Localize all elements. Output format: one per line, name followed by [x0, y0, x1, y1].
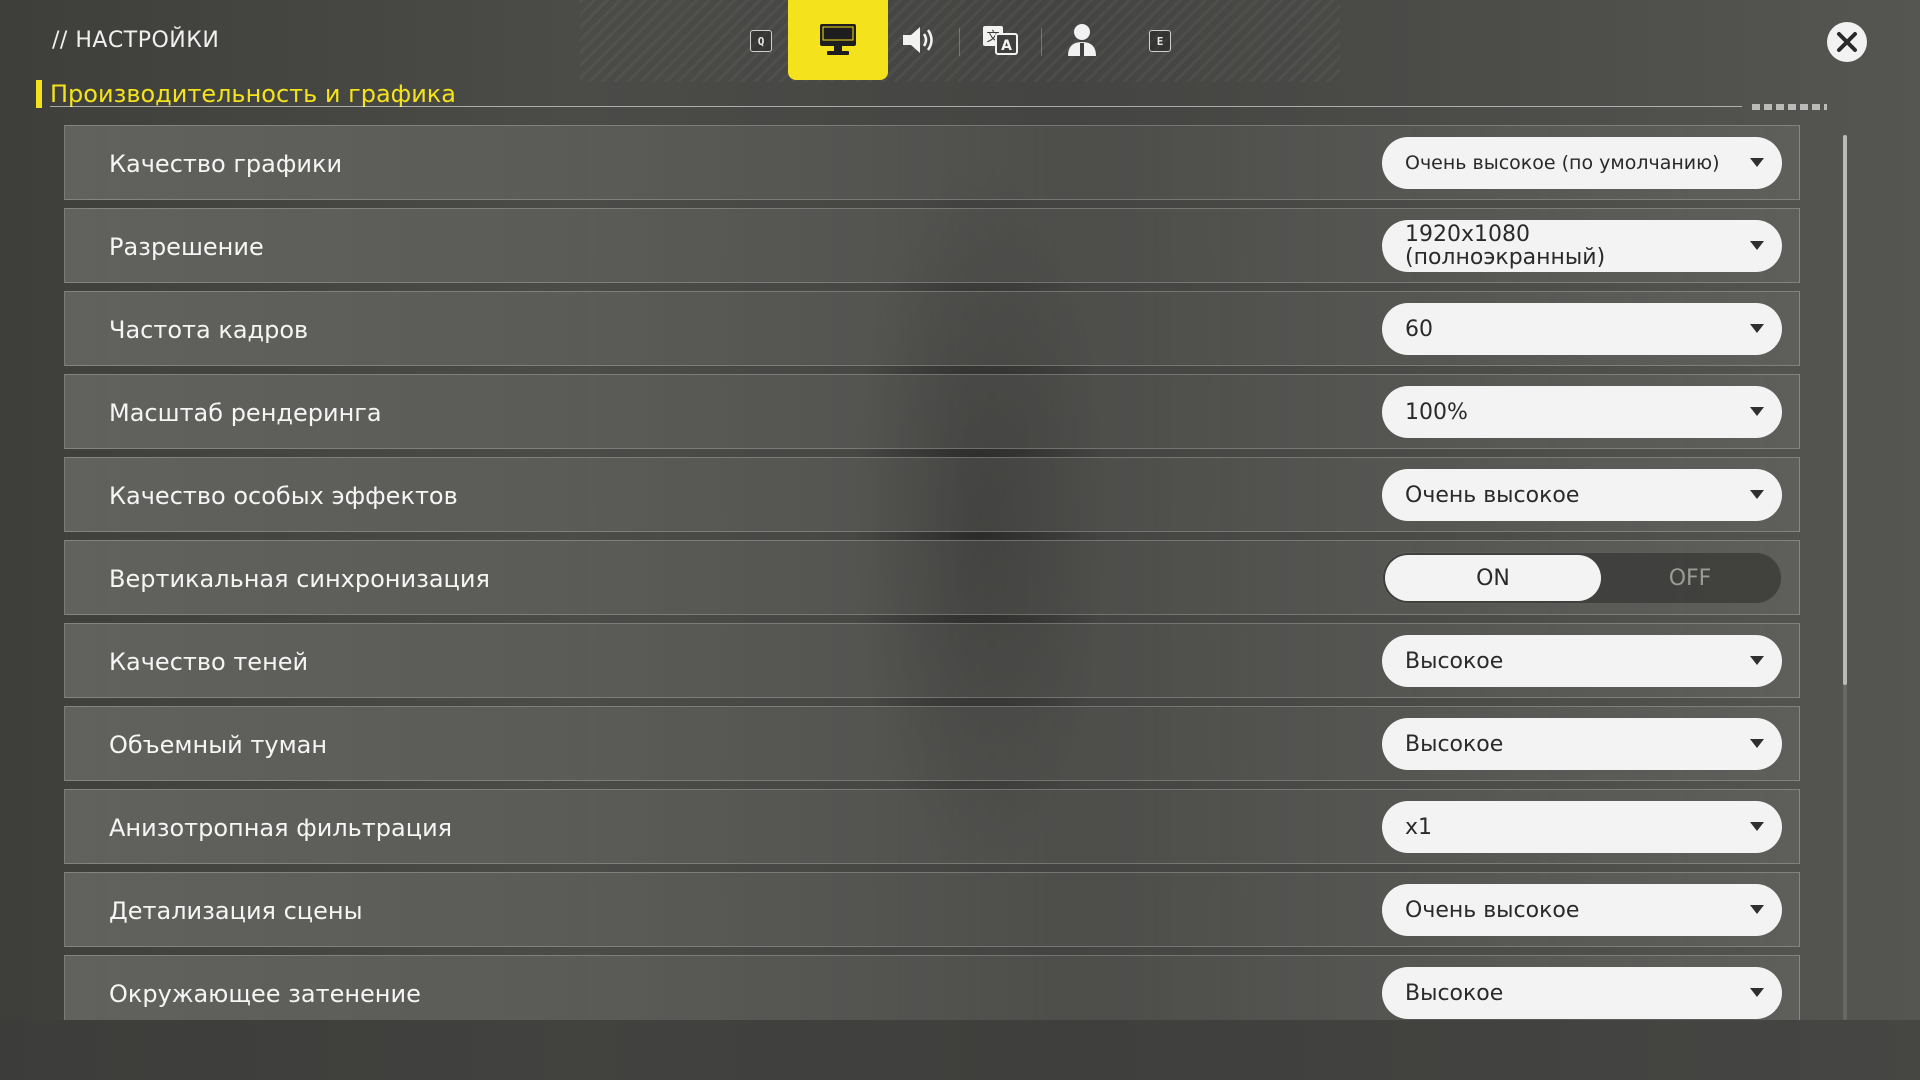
section-header: Производительность и графика — [36, 80, 456, 108]
close-button[interactable] — [1827, 22, 1867, 62]
vsync-on-option[interactable]: ON — [1385, 555, 1601, 601]
setting-row-resolution: Разрешение 1920x1080 (полноэкранный) — [64, 208, 1800, 283]
setting-label: Вертикальная синхронизация — [109, 564, 490, 593]
chevron-down-icon — [1750, 739, 1764, 748]
setting-label: Окружающее затенение — [109, 979, 421, 1008]
graphics-quality-dropdown[interactable]: Очень высокое (по умолчанию) — [1382, 137, 1782, 189]
shadow-quality-dropdown[interactable]: Высокое — [1382, 635, 1782, 687]
settings-list: Качество графики Очень высокое (по умолч… — [64, 125, 1800, 1020]
setting-row-anisotropic-filtering: Анизотропная фильтрация x1 — [64, 789, 1800, 864]
setting-row-vsync: Вертикальная синхронизация ON OFF — [64, 540, 1800, 615]
scrollbar[interactable] — [1843, 135, 1847, 1020]
translate-icon: 文 A — [983, 26, 1018, 55]
prev-tab-key-hint[interactable]: Q — [750, 30, 772, 52]
section-decoration — [1752, 104, 1827, 110]
chevron-down-icon — [1750, 158, 1764, 167]
ambient-occlusion-dropdown[interactable]: Высокое — [1382, 967, 1782, 1019]
monitor-icon — [820, 24, 856, 55]
volumetric-fog-dropdown[interactable]: Высокое — [1382, 718, 1782, 770]
chevron-down-icon — [1750, 241, 1764, 250]
section-accent-bar — [36, 80, 42, 108]
next-tab-key-hint[interactable]: E — [1149, 30, 1171, 52]
dropdown-value: Высокое — [1405, 731, 1504, 757]
dropdown-value: x1 — [1405, 814, 1433, 840]
setting-label: Объемный туман — [109, 730, 328, 759]
setting-label: Качество особых эффектов — [109, 481, 458, 510]
chevron-down-icon — [1750, 822, 1764, 831]
dropdown-value: Очень высокое (по умолчанию) — [1405, 151, 1720, 174]
bottom-bar — [0, 1020, 1920, 1080]
dropdown-value: 60 — [1405, 316, 1433, 342]
scene-detail-dropdown[interactable]: Очень высокое — [1382, 884, 1782, 936]
chevron-down-icon — [1750, 324, 1764, 333]
setting-row-effects-quality: Качество особых эффектов Очень высокое — [64, 457, 1800, 532]
scrollbar-thumb[interactable] — [1843, 135, 1847, 685]
setting-label: Качество теней — [109, 647, 309, 676]
vsync-toggle: ON OFF — [1382, 552, 1782, 604]
setting-row-scene-detail: Детализация сцены Очень высокое — [64, 872, 1800, 947]
dropdown-value: Высокое — [1405, 648, 1504, 674]
speaker-icon — [903, 27, 933, 53]
setting-label: Анизотропная фильтрация — [109, 813, 453, 842]
vsync-off-option[interactable]: OFF — [1601, 555, 1779, 601]
setting-label: Разрешение — [109, 232, 264, 261]
setting-row-render-scale: Масштаб рендеринга 100% — [64, 374, 1800, 449]
section-title: Производительность и графика — [50, 80, 456, 108]
tab-account[interactable] — [1032, 0, 1132, 80]
chevron-down-icon — [1750, 407, 1764, 416]
section-divider — [50, 106, 1742, 107]
anisotropic-filtering-dropdown[interactable]: x1 — [1382, 801, 1782, 853]
dropdown-value: Высокое — [1405, 980, 1504, 1006]
setting-row-ambient-occlusion: Окружающее затенение Высокое — [64, 955, 1800, 1020]
setting-label: Масштаб рендеринга — [109, 398, 382, 427]
top-bar: // НАСТРОЙКИ Q 文 A E — [0, 0, 1920, 82]
render-scale-dropdown[interactable]: 100% — [1382, 386, 1782, 438]
setting-label: Частота кадров — [109, 315, 309, 344]
close-icon — [1837, 32, 1857, 52]
dropdown-value: Очень высокое — [1405, 482, 1580, 508]
dropdown-value: 100% — [1405, 399, 1468, 425]
chevron-down-icon — [1750, 988, 1764, 997]
chevron-down-icon — [1750, 656, 1764, 665]
frame-rate-dropdown[interactable]: 60 — [1382, 303, 1782, 355]
chevron-down-icon — [1750, 905, 1764, 914]
dropdown-value: 1920x1080 (полноэкранный) — [1405, 222, 1606, 270]
svg-text:A: A — [1001, 38, 1012, 54]
resolution-dropdown[interactable]: 1920x1080 (полноэкранный) — [1382, 220, 1782, 272]
chevron-down-icon — [1750, 490, 1764, 499]
user-icon — [1068, 24, 1096, 56]
setting-row-volumetric-fog: Объемный туман Высокое — [64, 706, 1800, 781]
setting-row-shadow-quality: Качество теней Высокое — [64, 623, 1800, 698]
setting-row-graphics-quality: Качество графики Очень высокое (по умолч… — [64, 125, 1800, 200]
dropdown-value: Очень высокое — [1405, 897, 1580, 923]
setting-row-frame-rate: Частота кадров 60 — [64, 291, 1800, 366]
setting-label: Детализация сцены — [109, 896, 363, 925]
effects-quality-dropdown[interactable]: Очень высокое — [1382, 469, 1782, 521]
setting-label: Качество графики — [109, 149, 343, 178]
page-title: // НАСТРОЙКИ — [52, 28, 220, 53]
